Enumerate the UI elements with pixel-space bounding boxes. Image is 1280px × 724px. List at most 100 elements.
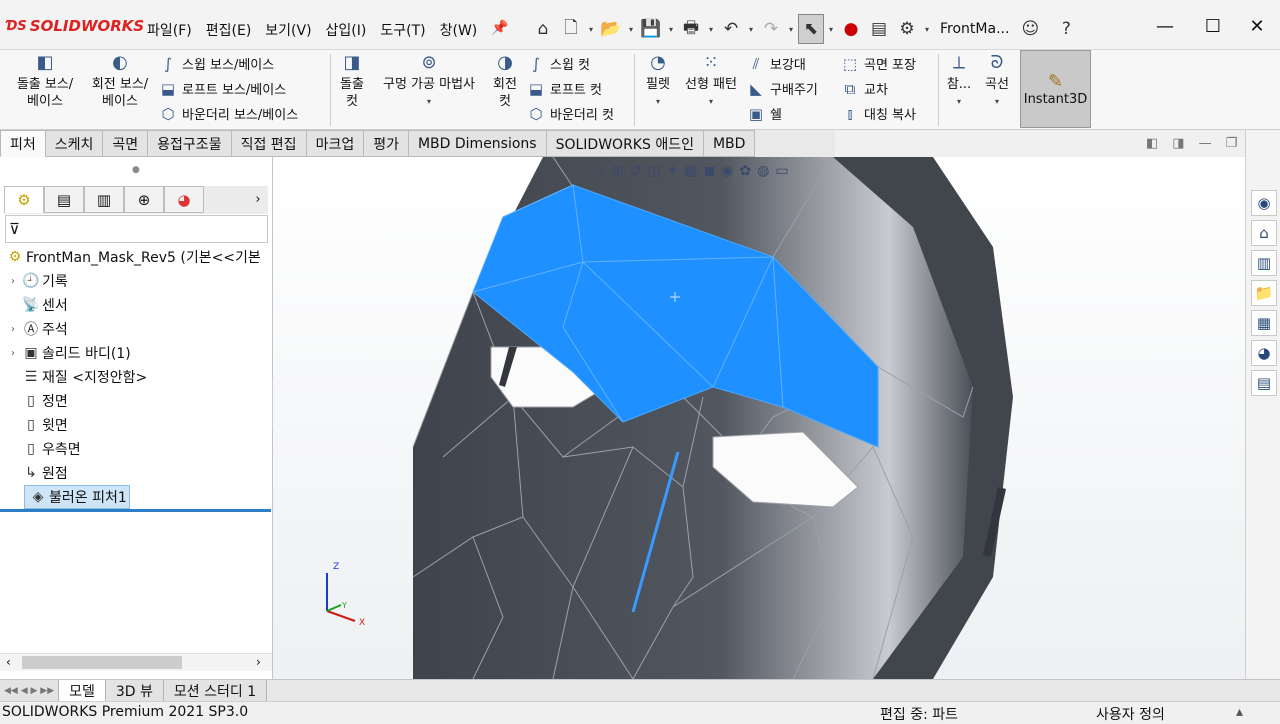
horizontal-scrollbar[interactable]: ‹ ›: [0, 653, 272, 671]
view-settings-icon[interactable]: ▭: [775, 163, 788, 179]
redo-icon[interactable]: ↷: [758, 16, 784, 42]
save-dropdown-icon[interactable]: ▾: [666, 16, 676, 42]
status-units[interactable]: 사용자 정의: [1096, 704, 1165, 724]
restore-left-icon[interactable]: ◧: [1146, 136, 1158, 151]
tab-nav-arrows[interactable]: ◀◀ ◀ ▶ ▶▶: [0, 680, 60, 701]
wrap-button[interactable]: ⬚ 곡면 포장: [840, 51, 916, 76]
reference-geometry-button[interactable]: ⟂ 참... ▾: [942, 54, 976, 110]
doc-minimize-icon[interactable]: —: [1199, 136, 1212, 151]
doc-restore-icon[interactable]: ❐: [1226, 136, 1238, 151]
expand-chevron-icon[interactable]: ›: [6, 324, 20, 335]
minimize-icon[interactable]: —: [1142, 10, 1188, 42]
revolve-cut-button[interactable]: ◑ 회전 컷: [488, 54, 522, 110]
tab-sketch[interactable]: 스케치: [45, 130, 104, 157]
undo-dropdown-icon[interactable]: ▾: [746, 16, 756, 42]
pin-icon[interactable]: 📌: [484, 14, 515, 46]
loft-boss-button[interactable]: ⬓ 로프트 보스/베이스: [158, 76, 298, 101]
boundary-cut-button[interactable]: ⬡ 바운더리 컷: [526, 101, 614, 126]
panel-tabs-more-icon[interactable]: ›: [248, 186, 268, 214]
graphics-area[interactable]: ⌕ ⊞ ↺ ◫ ✦ ▦ ◼ ◉ ✿ ◍ ▭ Z X Y: [273, 157, 1245, 679]
tree-root[interactable]: ⚙ FrontMan_Mask_Rev5 (기본<<기본: [4, 245, 261, 269]
loft-cut-button[interactable]: ⬓ 로프트 컷: [526, 76, 614, 101]
tab-mbd-dimensions[interactable]: MBD Dimensions: [408, 130, 547, 157]
revolve-boss-button[interactable]: ◐ 회전 보스/ 베이스: [84, 54, 156, 110]
curves-dropdown-icon[interactable]: ▾: [995, 93, 999, 110]
select-dropdown-icon[interactable]: ▾: [826, 16, 836, 42]
tree-item[interactable]: 📡 센서: [0, 293, 67, 317]
save-icon[interactable]: 💾: [638, 16, 664, 42]
open-icon[interactable]: 📂: [598, 16, 624, 42]
new-document-icon[interactable]: 🗋: [558, 16, 584, 42]
instant3d-button[interactable]: ✎ Instant3D: [1020, 50, 1091, 128]
tab-evaluate[interactable]: 평가: [364, 130, 409, 157]
fillet-dropdown-icon[interactable]: ▾: [656, 93, 660, 110]
view-orientation-icon[interactable]: ▦: [684, 163, 697, 179]
custom-properties-icon[interactable]: ▤: [1251, 370, 1277, 396]
status-arrow-icon[interactable]: ▴: [1236, 704, 1243, 720]
tab-motion-study[interactable]: 모션 스터디 1: [163, 680, 268, 701]
dimxpert-tab-icon[interactable]: ⊕: [124, 186, 164, 213]
view-palette-icon[interactable]: ▦: [1251, 310, 1277, 336]
appearances-icon[interactable]: ◕: [1251, 340, 1277, 366]
rib-button[interactable]: ⫽ 보강대: [746, 51, 818, 76]
options-gear-icon[interactable]: ⚙: [894, 16, 920, 42]
sweep-cut-button[interactable]: ∫ 스윕 컷: [526, 51, 614, 76]
scroll-right-icon[interactable]: ›: [256, 655, 261, 669]
expand-chevron-icon[interactable]: ›: [6, 276, 20, 287]
tab-markup[interactable]: 마크업: [306, 130, 365, 157]
property-manager-tab-icon[interactable]: ▤: [44, 186, 84, 213]
hole-wizard-button[interactable]: ⊚ 구멍 가공 마법사 ▾: [374, 54, 484, 110]
panel-grip-icon[interactable]: ●: [132, 165, 140, 175]
menu-insert[interactable]: 삽입(I): [319, 14, 374, 46]
new-dropdown-icon[interactable]: ▾: [586, 16, 596, 42]
menu-view[interactable]: 보기(V): [258, 14, 318, 46]
options-dropdown-icon[interactable]: ▾: [922, 16, 932, 42]
filter-box[interactable]: ⊽: [5, 215, 268, 243]
tree-item[interactable]: ▯ 윗면: [0, 413, 68, 437]
tree-item[interactable]: ☰ 재질 <지정안함>: [0, 365, 147, 389]
print-dropdown-icon[interactable]: ▾: [706, 16, 716, 42]
home-tab-icon[interactable]: ⌂: [1251, 220, 1277, 246]
zoom-to-fit-icon[interactable]: ⌕: [598, 163, 606, 179]
dynamic-annotation-icon[interactable]: ✦: [667, 163, 679, 179]
draft-button[interactable]: ◣ 구배주기: [746, 76, 818, 101]
tree-item[interactable]: › ▣ 솔리드 바디(1): [0, 341, 131, 365]
linear-pattern-button[interactable]: ⁙ 선형 패턴 ▾: [680, 54, 742, 110]
shell-button[interactable]: ▣ 쉘: [746, 101, 818, 126]
sweep-boss-button[interactable]: ∫ 스윕 보스/베이스: [158, 51, 298, 76]
file-explorer-icon[interactable]: 📁: [1251, 280, 1277, 306]
mirror-button[interactable]: ⫾ 대칭 복사: [840, 101, 916, 126]
tree-item[interactable]: › 🕘 기록: [0, 269, 68, 293]
hole-wizard-dropdown-icon[interactable]: ▾: [427, 93, 431, 110]
solidworks-logo[interactable]: ƊS SOLIDWORKS: [6, 14, 144, 38]
redo-dropdown-icon[interactable]: ▾: [786, 16, 796, 42]
tab-3d-view[interactable]: 3D 뷰: [105, 680, 164, 701]
mask-model[interactable]: [273, 157, 1245, 679]
tab-model[interactable]: 모델: [59, 680, 106, 701]
menu-file[interactable]: 파일(F): [140, 14, 199, 46]
feature-manager-tab-icon[interactable]: ⚙: [4, 186, 44, 213]
account-icon[interactable]: ☺: [1017, 16, 1043, 42]
menu-edit[interactable]: 편집(E): [199, 14, 259, 46]
open-dropdown-icon[interactable]: ▾: [626, 16, 636, 42]
previous-view-icon[interactable]: ↺: [630, 163, 642, 179]
tab-surfaces[interactable]: 곡면: [103, 130, 149, 157]
display-style-icon[interactable]: ◼: [704, 163, 716, 179]
tree-item[interactable]: › Ⓐ 주석: [0, 317, 68, 341]
design-library-icon[interactable]: ▥: [1251, 250, 1277, 276]
tab-weldments[interactable]: 용접구조물: [148, 130, 232, 157]
select-cursor-icon[interactable]: ⬉: [798, 14, 824, 44]
section-view-icon[interactable]: ◫: [647, 163, 660, 179]
apply-scene-icon[interactable]: ◍: [757, 163, 769, 179]
tree-item[interactable]: ▯ 우측면: [0, 437, 81, 461]
maximize-icon[interactable]: ☐: [1190, 10, 1236, 42]
tab-solidworks-addins[interactable]: SOLIDWORKS 애드인: [546, 130, 704, 157]
filter-funnel-icon[interactable]: ⊽: [9, 220, 20, 238]
print-icon[interactable]: 🖶: [678, 16, 704, 42]
scroll-left-icon[interactable]: ‹: [6, 655, 11, 669]
configuration-manager-tab-icon[interactable]: ▥: [84, 186, 124, 213]
help-icon[interactable]: ?: [1053, 16, 1079, 42]
restore-right-icon[interactable]: ◨: [1172, 136, 1184, 151]
zoom-area-icon[interactable]: ⊞: [612, 163, 624, 179]
menu-tools[interactable]: 도구(T): [373, 14, 432, 46]
